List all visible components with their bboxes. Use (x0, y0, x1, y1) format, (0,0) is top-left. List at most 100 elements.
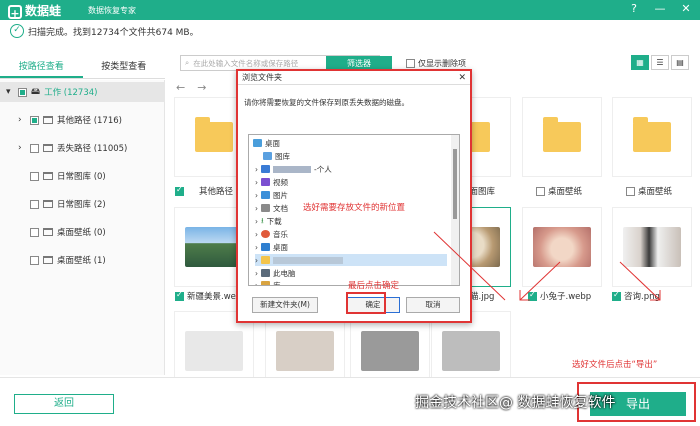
tree-item-other-path[interactable]: › 其他路径 (1716) (18, 110, 122, 130)
tree-node-library[interactable]: › 库 (255, 279, 281, 285)
picture-icon (261, 191, 270, 199)
tree-item-lost-path[interactable]: › 丢失路径 (11005) (18, 138, 127, 158)
card-checkbox[interactable] (612, 290, 621, 301)
cloud-icon (261, 165, 270, 173)
tree-node-label: 图片 (273, 190, 288, 200)
dialog-title-text: 浏览文件夹 (242, 73, 282, 82)
card-caption: 其他路径 (175, 185, 233, 197)
tree-node-music[interactable]: › 音乐 (255, 228, 288, 240)
file-card[interactable] (612, 207, 692, 287)
tree-item-daily-gallery-0[interactable]: 日常图库 (0) (30, 166, 106, 186)
tree-node-label: 下载 (266, 216, 282, 226)
list-view-icon[interactable]: ☰ (651, 55, 669, 70)
folder-icon (43, 116, 53, 124)
tree-node-this-pc[interactable]: › 此电脑 (255, 267, 296, 279)
cancel-button[interactable]: 取消 (406, 297, 460, 313)
tree-checkbox[interactable] (30, 143, 39, 153)
folder-icon (43, 256, 53, 264)
folder-icon (195, 117, 233, 152)
tree-node-selected[interactable]: › (255, 254, 447, 266)
tree-item-wallpaper-0[interactable]: 桌面壁纸 (0) (30, 222, 106, 242)
tree-item-daily-gallery-2[interactable]: 日常图库 (2) (30, 194, 106, 214)
tree-scrollbar[interactable] (451, 135, 459, 285)
tree-checkbox[interactable] (30, 199, 39, 209)
only-deleted-label: 仅显示删除项 (418, 59, 466, 68)
library-icon (261, 281, 270, 285)
tree-checkbox[interactable] (30, 115, 39, 125)
file-card[interactable] (522, 97, 602, 177)
image-thumbnail (442, 331, 500, 371)
tree-checkbox[interactable] (18, 87, 27, 97)
card-checkbox[interactable] (626, 186, 635, 196)
card-caption: 猫.jpg (470, 290, 494, 302)
folder-icon (43, 144, 53, 152)
tree-checkbox[interactable] (30, 171, 39, 181)
tree-item-wallpaper-1[interactable]: 桌面壁纸 (1) (30, 250, 106, 270)
detail-view-icon[interactable]: ▤ (671, 55, 689, 70)
tab-by-path[interactable]: 按路径查看 (0, 55, 83, 78)
tree-node-label: -个人 (314, 164, 332, 174)
tree-checkbox[interactable] (30, 227, 39, 237)
computer-icon (261, 269, 270, 277)
chevron-right-icon[interactable]: › (18, 115, 26, 125)
tree-node-label: 音乐 (273, 229, 288, 239)
folder-icon (633, 117, 671, 152)
tree-checkbox[interactable] (30, 255, 39, 265)
forward-arrow-icon[interactable]: → (197, 81, 218, 94)
new-folder-button[interactable]: 新建文件夹(M) (252, 297, 318, 313)
card-caption: 咨询.png (612, 290, 660, 302)
tree-node-label: 视频 (273, 177, 288, 187)
folder-icon (43, 200, 53, 208)
chevron-right-icon[interactable]: › (18, 143, 26, 153)
only-deleted-toggle[interactable]: 仅显示删除项 (406, 58, 466, 69)
dialog-message: 请你将需要恢复的文件保存到原丢失数据的磁盘。 (244, 98, 409, 107)
chevron-down-icon[interactable]: ▾ (6, 87, 14, 97)
card-checkbox[interactable] (175, 290, 184, 301)
card-checkbox[interactable] (536, 186, 545, 196)
tree-node-desktop[interactable]: 桌面 (253, 137, 280, 149)
view-tabs: 按路径查看 按类型查看 (0, 55, 165, 79)
tree-node-desktop-2[interactable]: › 桌面 (255, 241, 288, 253)
card-caption: 桌面壁纸 (626, 185, 672, 197)
tree-node-label: 桌面 (265, 138, 280, 148)
music-icon (261, 230, 270, 238)
dialog-title: 浏览文件夹 ✕ (238, 71, 470, 85)
back-button[interactable]: 返回 (14, 394, 114, 414)
landscape-thumbnail (185, 227, 243, 267)
folder-icon (261, 256, 270, 264)
close-button[interactable]: ✕ (678, 2, 694, 15)
tree-label: 桌面壁纸 (1) (57, 256, 106, 266)
folder-icon (543, 117, 581, 152)
dialog-close-icon[interactable]: ✕ (458, 71, 466, 85)
tree-node-personal[interactable]: › -个人 (255, 163, 332, 175)
tree-node-documents[interactable]: › 文档 (255, 202, 288, 214)
tree-item-work[interactable]: ▾ 🖴 工作 (12734) (0, 82, 165, 102)
card-checkbox[interactable] (175, 185, 184, 196)
card-checkbox[interactable] (528, 290, 537, 301)
rabbit-thumbnail (533, 227, 591, 267)
plus-icon: + (8, 4, 22, 20)
status-text: 扫描完成。找到12734个文件共674 MB。 (28, 27, 199, 38)
tree-node-videos[interactable]: › 视频 (255, 176, 288, 188)
tree-node-gallery[interactable]: 图库 (263, 150, 290, 162)
help-icon[interactable]: ? (626, 2, 642, 15)
app-logo: + 数据蛙 (8, 2, 61, 20)
back-arrow-icon[interactable]: ← (176, 81, 197, 94)
grid-view-icon[interactable]: ▦ (631, 55, 649, 70)
file-card[interactable] (522, 207, 602, 287)
watermark: 掘金技术社区@ 数据蛙恢复软件 (415, 395, 616, 411)
tree-node-downloads[interactable]: › ⭳ 下载 (255, 215, 282, 227)
tree-label: 日常图库 (2) (57, 200, 106, 210)
tree-label: 工作 (12734) (44, 88, 98, 98)
tab-by-type[interactable]: 按类型查看 (83, 55, 166, 78)
tree-label: 桌面壁纸 (0) (57, 228, 106, 238)
file-card[interactable] (612, 97, 692, 177)
tree-node-label: 此电脑 (273, 268, 296, 278)
folder-icon (43, 228, 53, 236)
minimize-button[interactable]: — (652, 2, 668, 15)
tree-node-pictures[interactable]: › 图片 (255, 189, 288, 201)
tree-label: 其他路径 (1716) (57, 116, 122, 126)
image-thumbnail (361, 331, 419, 371)
app-subtitle: 数据恢复专家 (88, 6, 136, 15)
only-deleted-checkbox[interactable] (406, 59, 415, 68)
